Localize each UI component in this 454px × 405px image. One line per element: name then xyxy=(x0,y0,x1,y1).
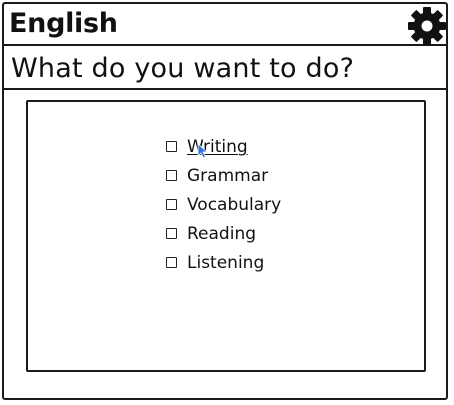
option-label-listening[interactable]: Listening xyxy=(187,252,264,274)
mouse-cursor-icon xyxy=(197,143,209,159)
option-label-vocabulary[interactable]: Vocabulary xyxy=(187,194,281,216)
option-listening[interactable]: Listening xyxy=(166,248,281,277)
option-label-reading[interactable]: Reading xyxy=(187,223,256,245)
header-divider xyxy=(2,88,448,90)
checkbox-vocabulary[interactable] xyxy=(166,199,177,210)
option-writing[interactable]: Writing xyxy=(166,132,281,161)
gear-icon[interactable] xyxy=(406,6,448,46)
option-vocabulary[interactable]: Vocabulary xyxy=(166,190,281,219)
title-bar: English xyxy=(2,2,448,46)
checkbox-grammar[interactable] xyxy=(166,170,177,181)
checkbox-reading[interactable] xyxy=(166,228,177,239)
option-label-grammar[interactable]: Grammar xyxy=(187,165,268,187)
checkbox-writing[interactable] xyxy=(166,141,177,152)
app-title: English xyxy=(9,8,118,39)
option-grammar[interactable]: Grammar xyxy=(166,161,281,190)
options-list: Writing Grammar Vocabulary Reading Liste… xyxy=(166,132,281,277)
page-question: What do you want to do? xyxy=(11,53,355,84)
option-reading[interactable]: Reading xyxy=(166,219,281,248)
checkbox-listening[interactable] xyxy=(166,257,177,268)
